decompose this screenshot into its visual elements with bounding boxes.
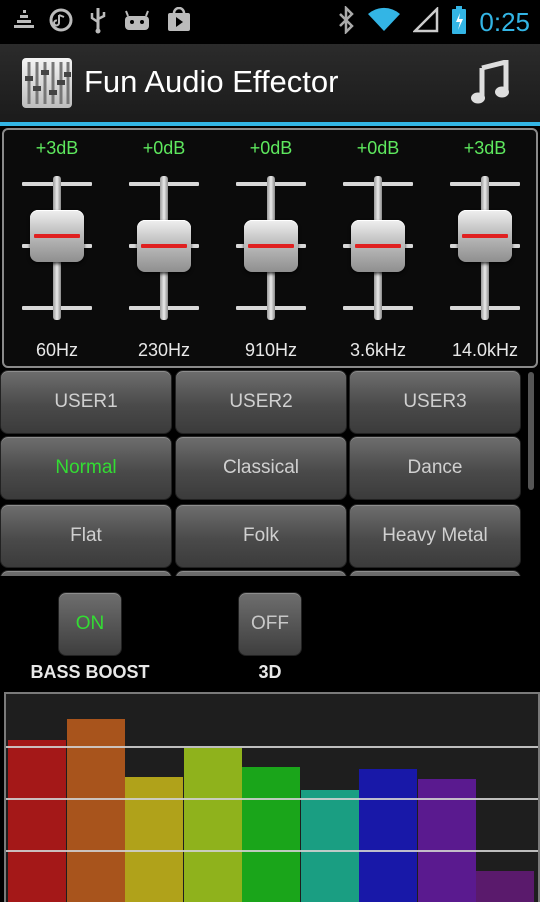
preset-button-user1[interactable]: USER1 (0, 370, 172, 434)
spectrum-bar (359, 769, 417, 902)
usb-icon (88, 6, 108, 39)
spectrum-gridline (6, 850, 538, 852)
3d-label: 3D (258, 662, 282, 682)
status-bar: 0:25 (0, 0, 540, 44)
spectrum-bar (476, 871, 534, 902)
wifi-icon (367, 7, 401, 38)
spectrum-gridline (6, 798, 538, 800)
band-gain-label: +0dB (142, 138, 186, 158)
spectrum-gridline (6, 746, 538, 748)
3d-button[interactable]: OFF (238, 592, 302, 656)
slider-knob[interactable] (351, 220, 405, 272)
preset-button-folk[interactable]: Folk (175, 504, 347, 568)
knob-indicator (34, 233, 80, 238)
knob-indicator (248, 244, 294, 248)
spectrum-bar (183, 748, 242, 902)
band-frequency-label: 910Hz (244, 340, 298, 360)
band-gain-label: +3dB (463, 138, 507, 158)
band-frequency-label: 60Hz (35, 340, 79, 360)
preset-button-empty-11[interactable] (349, 570, 521, 576)
slider-knob[interactable] (137, 220, 191, 272)
clock: 0:25 (479, 6, 530, 37)
preset-grid: USER1 USER2 USER3 Normal Classical Dance Flat F… (0, 366, 528, 576)
notification-icons (14, 6, 192, 38)
music-note-icon[interactable] (468, 58, 514, 106)
spectrum-bar (300, 790, 359, 902)
preset-button-empty-10[interactable] (175, 570, 347, 576)
spectrum-visualizer (4, 692, 540, 902)
slider-knob[interactable] (30, 209, 84, 262)
preset-button-flat[interactable]: Flat (0, 504, 172, 568)
equalizer-app-icon[interactable] (22, 58, 72, 108)
eq-band: +0dB 230Hz (111, 130, 217, 366)
preset-button-heavy-metal[interactable]: Heavy Metal (349, 504, 521, 568)
band-frequency-label: 14.0kHz (451, 340, 519, 360)
action-bar: Fun Audio Effector (0, 44, 540, 126)
preset-scrollbar[interactable] (528, 372, 534, 490)
preset-button-user3[interactable]: USER3 (349, 370, 521, 434)
band-gain-label: +3dB (35, 138, 79, 158)
spectrum-bar (8, 740, 66, 902)
eq-band: +0dB 910Hz (218, 130, 324, 366)
android-icon (122, 8, 152, 37)
3d-state: OFF (251, 613, 289, 634)
knob-indicator (355, 244, 401, 248)
preset-button-normal[interactable]: Normal (0, 436, 172, 500)
bass-boost-button[interactable]: ON (58, 592, 122, 656)
preset-button-dance[interactable]: Dance (349, 436, 521, 500)
preset-button-empty-9[interactable] (0, 570, 172, 576)
battery-icon (451, 5, 467, 40)
band-frequency-label: 3.6kHz (349, 340, 407, 360)
cell-signal-icon (412, 5, 439, 38)
spectrum-bar (125, 777, 183, 902)
eq-band: +3dB 60Hz (4, 130, 110, 366)
bass-boost-label: BASS BOOST (30, 662, 150, 682)
preset-button-user2[interactable]: USER2 (175, 370, 347, 434)
app-title: Fun Audio Effector (84, 64, 339, 99)
slider-knob[interactable] (458, 209, 512, 262)
system-icons: 0:25 (337, 4, 530, 40)
knob-indicator (462, 233, 508, 238)
preset-button-classical[interactable]: Classical (175, 436, 347, 500)
equalizer-panel: +3dB 60Hz +0dB 230Hz +0dB 910Hz +0dB 3.6kHz +3dB… (2, 128, 538, 368)
spectrum-bar (242, 767, 300, 902)
store-icon (166, 6, 192, 38)
band-gain-label: +0dB (249, 138, 293, 158)
band-frequency-label: 230Hz (137, 340, 191, 360)
eq-band: +0dB 3.6kHz (325, 130, 431, 366)
slider-knob[interactable] (244, 220, 298, 272)
bass-boost-state: ON (75, 613, 105, 634)
knob-indicator (141, 244, 187, 248)
band-gain-label: +0dB (356, 138, 400, 158)
bluetooth-icon (337, 4, 355, 39)
eq-band: +3dB 14.0kHz (432, 130, 538, 366)
signal-bars-icon (14, 9, 34, 36)
circle-icon (48, 7, 74, 38)
